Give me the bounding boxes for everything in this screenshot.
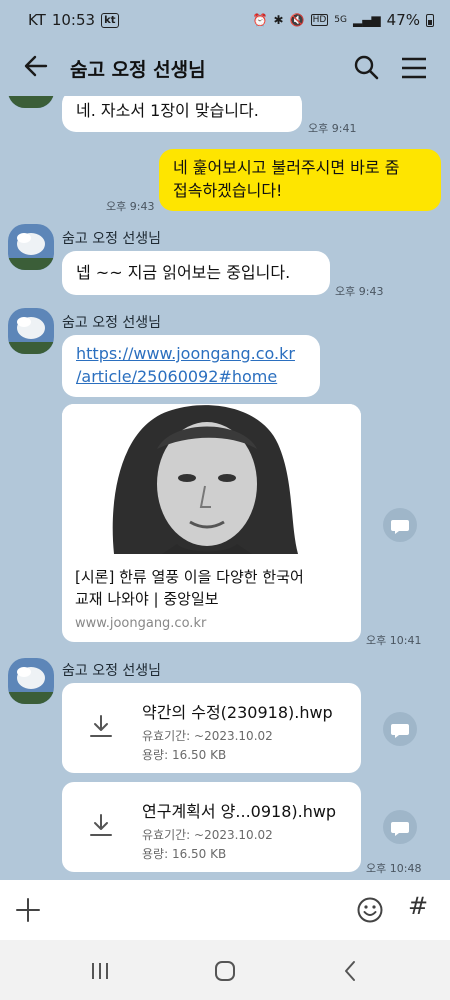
sender-name: 숨고 오정 선생님 <box>62 315 162 331</box>
chat-messages[interactable]: 네. 자소서 1장이 맞습니다. 오후 9:41 네 훑어보시고 불러주시면 바… <box>0 96 450 880</box>
hash-icon[interactable]: # <box>408 892 428 920</box>
share-button[interactable] <box>383 508 417 542</box>
preview-title: [시론] 한류 열풍 이을 다양한 한국어 교재 나와야 | 중앙일보 <box>75 566 304 610</box>
message-input-bar[interactable]: # <box>0 880 450 940</box>
chat-title: 숨고 오정 선생님 <box>70 59 206 81</box>
message-bubble[interactable]: 넵 ~~ 지금 읽어보는 중입니다. <box>62 251 330 295</box>
emoji-icon[interactable] <box>356 896 384 924</box>
hd-badge: HD <box>310 14 329 26</box>
message-bubble[interactable]: https://www.joongang.co.kr /article/2506… <box>62 335 320 397</box>
back-arrow-icon[interactable] <box>22 52 50 80</box>
message-link[interactable]: https://www.joongang.co.kr <box>76 342 306 365</box>
message-link[interactable]: /article/25060092#home <box>76 365 306 388</box>
clock: 10:53 <box>51 11 96 29</box>
network-type: 5G <box>334 15 347 25</box>
system-nav-bar <box>0 940 450 1000</box>
search-icon[interactable] <box>353 54 379 80</box>
carrier-badge: kt <box>101 12 119 28</box>
my-message-bubble[interactable]: 네 훑어보시고 불러주시면 바로 줌 접속하겠습니다! <box>159 149 441 211</box>
message-time: 오후 10:48 <box>366 862 422 875</box>
battery-percent: 47% <box>386 11 420 29</box>
file-size: 용량: 16.50 KB <box>142 847 227 861</box>
share-icon <box>391 520 409 534</box>
chat-header: 숨고 오정 선생님 <box>0 40 450 96</box>
message-time: 오후 10:41 <box>366 634 422 647</box>
file-expiry: 유효기간: ~2023.10.02 <box>142 729 273 743</box>
preview-title-line: 교재 나와야 | 중앙일보 <box>75 590 219 608</box>
message-text-line: 네 훑어보시고 불러주시면 바로 줌 <box>173 158 400 177</box>
menu-icon[interactable] <box>400 56 428 80</box>
message-time: 오후 9:43 <box>335 285 384 298</box>
back-icon[interactable] <box>338 958 364 984</box>
file-expiry: 유효기간: ~2023.10.02 <box>142 828 273 842</box>
battery-icon <box>426 13 434 27</box>
message-time: 오후 9:41 <box>308 122 357 135</box>
preview-domain: www.joongang.co.kr <box>75 616 207 631</box>
share-button[interactable] <box>383 712 417 746</box>
status-bar: KT 10:53 kt ⏰ ✱ 🔇 HD 5G ▂▄▆ 47% <box>0 0 450 40</box>
message-bubble[interactable]: 네. 자소서 1장이 맞습니다. <box>62 96 302 132</box>
file-name: 연구계획서 양...0918).hwp <box>142 802 337 821</box>
message-text-line: 접속하겠습니다! <box>173 181 283 200</box>
share-icon <box>391 724 409 738</box>
share-button[interactable] <box>383 810 417 844</box>
carrier: KT <box>28 11 46 29</box>
sender-name: 숨고 오정 선생님 <box>62 231 162 247</box>
recents-icon[interactable] <box>87 958 113 984</box>
preview-title-line: [시론] 한류 열풍 이을 다양한 한국어 <box>75 568 304 586</box>
share-icon <box>391 822 409 836</box>
avatar[interactable] <box>8 96 54 108</box>
home-icon[interactable] <box>212 958 238 984</box>
plus-icon[interactable] <box>14 896 42 924</box>
file-name: 약간의 수정(230918).hwp <box>142 703 333 722</box>
avatar[interactable] <box>8 308 54 354</box>
download-icon[interactable] <box>88 713 114 739</box>
preview-image <box>62 404 361 554</box>
bluetooth-icon: ✱ <box>273 13 284 27</box>
file-attachment[interactable]: 약간의 수정(230918).hwp 유효기간: ~2023.10.02 용량:… <box>62 683 361 773</box>
download-icon[interactable] <box>88 812 114 838</box>
file-size: 용량: 16.50 KB <box>142 748 227 762</box>
sender-name: 숨고 오정 선생님 <box>62 663 162 679</box>
link-preview-card[interactable]: [시론] 한류 열풍 이을 다양한 한국어 교재 나와야 | 중앙일보 www.… <box>62 404 361 642</box>
file-attachment[interactable]: 연구계획서 양...0918).hwp 유효기간: ~2023.10.02 용량… <box>62 782 361 872</box>
avatar[interactable] <box>8 224 54 270</box>
signal-icon: ▂▄▆ <box>352 13 381 27</box>
alarm-icon: ⏰ <box>252 13 268 27</box>
mute-icon: 🔇 <box>289 13 305 27</box>
message-text: 넵 ~~ 지금 읽어보는 중입니다. <box>76 263 291 282</box>
avatar[interactable] <box>8 658 54 704</box>
message-text: 네. 자소서 1장이 맞습니다. <box>76 101 259 120</box>
message-time: 오후 9:43 <box>106 200 155 213</box>
